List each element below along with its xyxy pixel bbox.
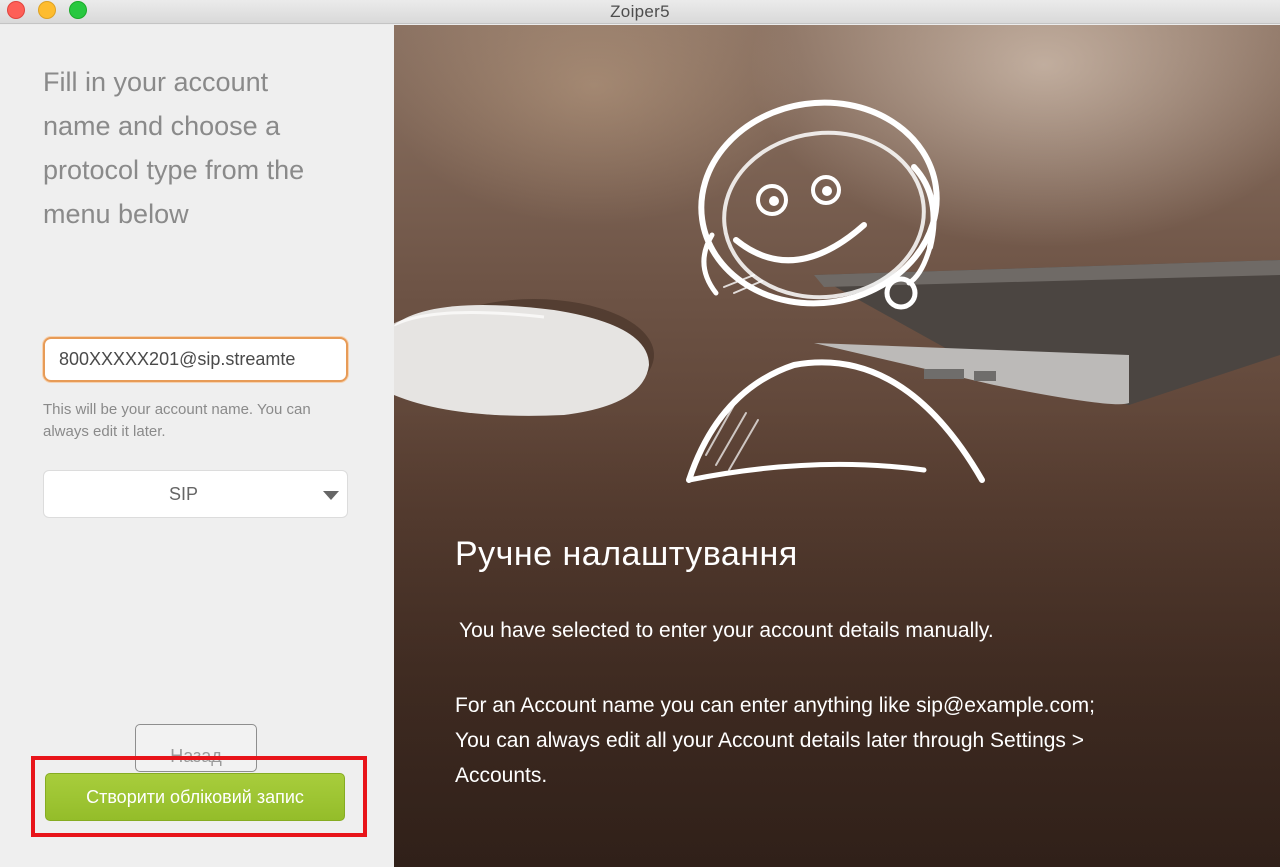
account-name-helper: This will be your account name. You can … [43,401,311,440]
mouse-shape [394,299,654,416]
instructions-text: Fill in your account name and choose a p… [43,67,305,229]
chevron-down-icon [323,491,339,500]
hero-description-1: You have selected to enter your account … [459,619,994,642]
hero-title: Ручне налаштування [455,535,798,573]
protocol-value: SIP [168,484,198,504]
setup-panel: Fill in your account name and choose a p… [0,25,394,867]
back-button[interactable]: Назад [135,724,257,772]
title-bar: Zoiper5 [0,0,1280,24]
window-title: Zoiper5 [610,2,670,21]
account-name-input[interactable] [43,337,348,382]
hero-panel: Ручне налаштування You have selected to … [394,25,1280,867]
create-account-button[interactable]: Створити обліковий запис [45,773,345,821]
hero-description-2: For an Account name you can enter anythi… [455,694,1095,787]
protocol-select[interactable]: SIP [43,470,348,518]
